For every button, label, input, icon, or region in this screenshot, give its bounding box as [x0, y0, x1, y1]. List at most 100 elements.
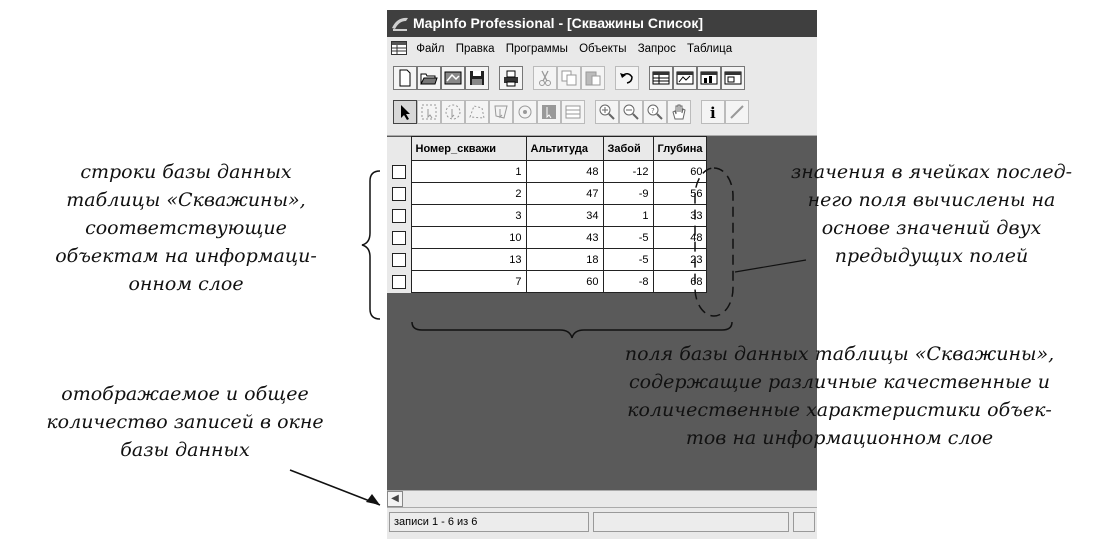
column-header[interactable]: Глубина [652, 136, 708, 161]
table-cell[interactable]: 33 [652, 204, 708, 227]
row-checkbox[interactable] [391, 208, 406, 223]
standard-toolbar [387, 61, 817, 95]
table-cell[interactable]: 2 [410, 182, 527, 205]
annotation-line: предыдущих полей [834, 245, 1029, 267]
row-select-box[interactable] [387, 270, 411, 293]
change-view-icon[interactable]: ? [643, 100, 667, 124]
row-select-box[interactable] [387, 204, 411, 227]
boundary-select-icon[interactable] [489, 100, 513, 124]
row-checkbox[interactable] [391, 186, 406, 201]
row-select-box[interactable] [387, 160, 411, 183]
row-checkbox[interactable] [391, 274, 406, 289]
ruler-icon[interactable] [725, 100, 749, 124]
zoom-in-icon[interactable] [595, 100, 619, 124]
main-toolbar: ? i [387, 95, 817, 136]
row-select-box[interactable] [387, 226, 411, 249]
scroll-left-icon[interactable]: ◀ [387, 491, 403, 507]
save-icon[interactable] [465, 66, 489, 90]
table-cell[interactable]: -8 [602, 270, 654, 293]
table-cell[interactable]: 60 [525, 270, 604, 293]
annotation-line: количество записей в окне [46, 411, 324, 433]
table-cell[interactable]: 3 [410, 204, 527, 227]
mapinfo-window: MapInfo Professional - [Скважины Список]… [387, 10, 817, 539]
graph-select-icon[interactable] [513, 100, 537, 124]
annotation-line: объектам на информаци- [55, 245, 317, 267]
annotation-line: основе значений двух [821, 217, 1042, 239]
invert-select-icon[interactable] [537, 100, 561, 124]
row-checkbox[interactable] [391, 230, 406, 245]
table-cell[interactable]: 56 [652, 182, 708, 205]
paste-icon[interactable] [581, 66, 605, 90]
column-header[interactable]: Забой [602, 136, 654, 161]
annotation-line: количественные характеристики объек- [627, 399, 1052, 421]
table-cell[interactable]: 18 [525, 248, 604, 271]
table-row: 1 48 -12 60 [387, 160, 708, 183]
annotation-line: значения в ячейках послед- [790, 161, 1073, 183]
table-row: 13 18 -5 23 [387, 248, 708, 271]
polygon-select-icon[interactable] [465, 100, 489, 124]
row-checkbox[interactable] [391, 252, 406, 267]
grabber-icon[interactable] [667, 100, 691, 124]
table-cell[interactable]: 23 [652, 248, 708, 271]
table-cell[interactable]: 48 [652, 226, 708, 249]
menu-programs[interactable]: Программы [502, 37, 572, 61]
record-count-arrow-icon [366, 494, 380, 505]
menu-edit[interactable]: Правка [452, 37, 499, 61]
copy-icon[interactable] [557, 66, 581, 90]
new-mapper-icon[interactable] [673, 66, 697, 90]
table-cell[interactable]: 13 [410, 248, 527, 271]
undo-icon[interactable] [615, 66, 639, 90]
info-icon[interactable]: i [701, 100, 725, 124]
status-pane-small [793, 512, 815, 532]
table-cell[interactable]: 10 [410, 226, 527, 249]
new-file-icon[interactable] [393, 66, 417, 90]
zoom-out-icon[interactable] [619, 100, 643, 124]
browser-document-icon[interactable] [391, 40, 407, 55]
table-cell[interactable]: -5 [602, 248, 654, 271]
table-cell[interactable]: 68 [652, 270, 708, 293]
annotation-line: онном слое [128, 273, 244, 295]
horizontal-scrollbar[interactable]: ◀ [387, 490, 817, 507]
table-cell[interactable]: -9 [602, 182, 654, 205]
table-cell[interactable]: 1 [602, 204, 654, 227]
table-cell[interactable]: 47 [525, 182, 604, 205]
table-cell[interactable]: -12 [602, 160, 654, 183]
table-cell[interactable]: -5 [602, 226, 654, 249]
radius-select-icon[interactable] [441, 100, 465, 124]
row-select-box[interactable] [387, 248, 411, 271]
row-select-box[interactable] [387, 182, 411, 205]
menu-table[interactable]: Таблица [683, 37, 736, 61]
open-icon[interactable] [417, 66, 441, 90]
cut-icon[interactable] [533, 66, 557, 90]
annotation-line: содержащие различные качественные и [629, 371, 1050, 393]
table-cell[interactable]: 1 [410, 160, 527, 183]
new-browser-icon[interactable] [649, 66, 673, 90]
table-cell[interactable]: 60 [652, 160, 708, 183]
row-checkbox[interactable] [391, 164, 406, 179]
svg-text:i: i [710, 104, 716, 121]
new-layout-icon[interactable] [721, 66, 745, 90]
table-row: 3 34 1 33 [387, 204, 708, 227]
unselect-icon[interactable] [561, 100, 585, 124]
menu-file[interactable]: Файл [412, 37, 448, 61]
table-cell[interactable]: 34 [525, 204, 604, 227]
title-bar[interactable]: MapInfo Professional - [Скважины Список] [387, 10, 817, 37]
menu-objects[interactable]: Объекты [575, 37, 630, 61]
open-workspace-icon[interactable] [441, 66, 465, 90]
table-cell[interactable]: 7 [410, 270, 527, 293]
new-grapher-icon[interactable] [697, 66, 721, 90]
table-cell[interactable]: 48 [525, 160, 604, 183]
marquee-select-icon[interactable] [417, 100, 441, 124]
print-icon[interactable] [499, 66, 523, 90]
menu-query[interactable]: Запрос [634, 37, 680, 61]
column-header[interactable]: Номер_скважи [410, 136, 527, 161]
table-row: 2 47 -9 56 [387, 182, 708, 205]
column-header[interactable]: Альтитуда [525, 136, 604, 161]
table-header-row: Номер_скважи Альтитуда Забой Глубина [387, 136, 708, 161]
browser-table: Номер_скважи Альтитуда Забой Глубина 1 4… [387, 136, 708, 293]
table-cell[interactable]: 43 [525, 226, 604, 249]
table-row: 7 60 -8 68 [387, 270, 708, 293]
annotation-record-count: отображаемое и общее количество записей … [0, 380, 370, 464]
window-title: MapInfo Professional - [Скважины Список] [413, 15, 704, 31]
select-arrow-icon[interactable] [393, 100, 417, 124]
